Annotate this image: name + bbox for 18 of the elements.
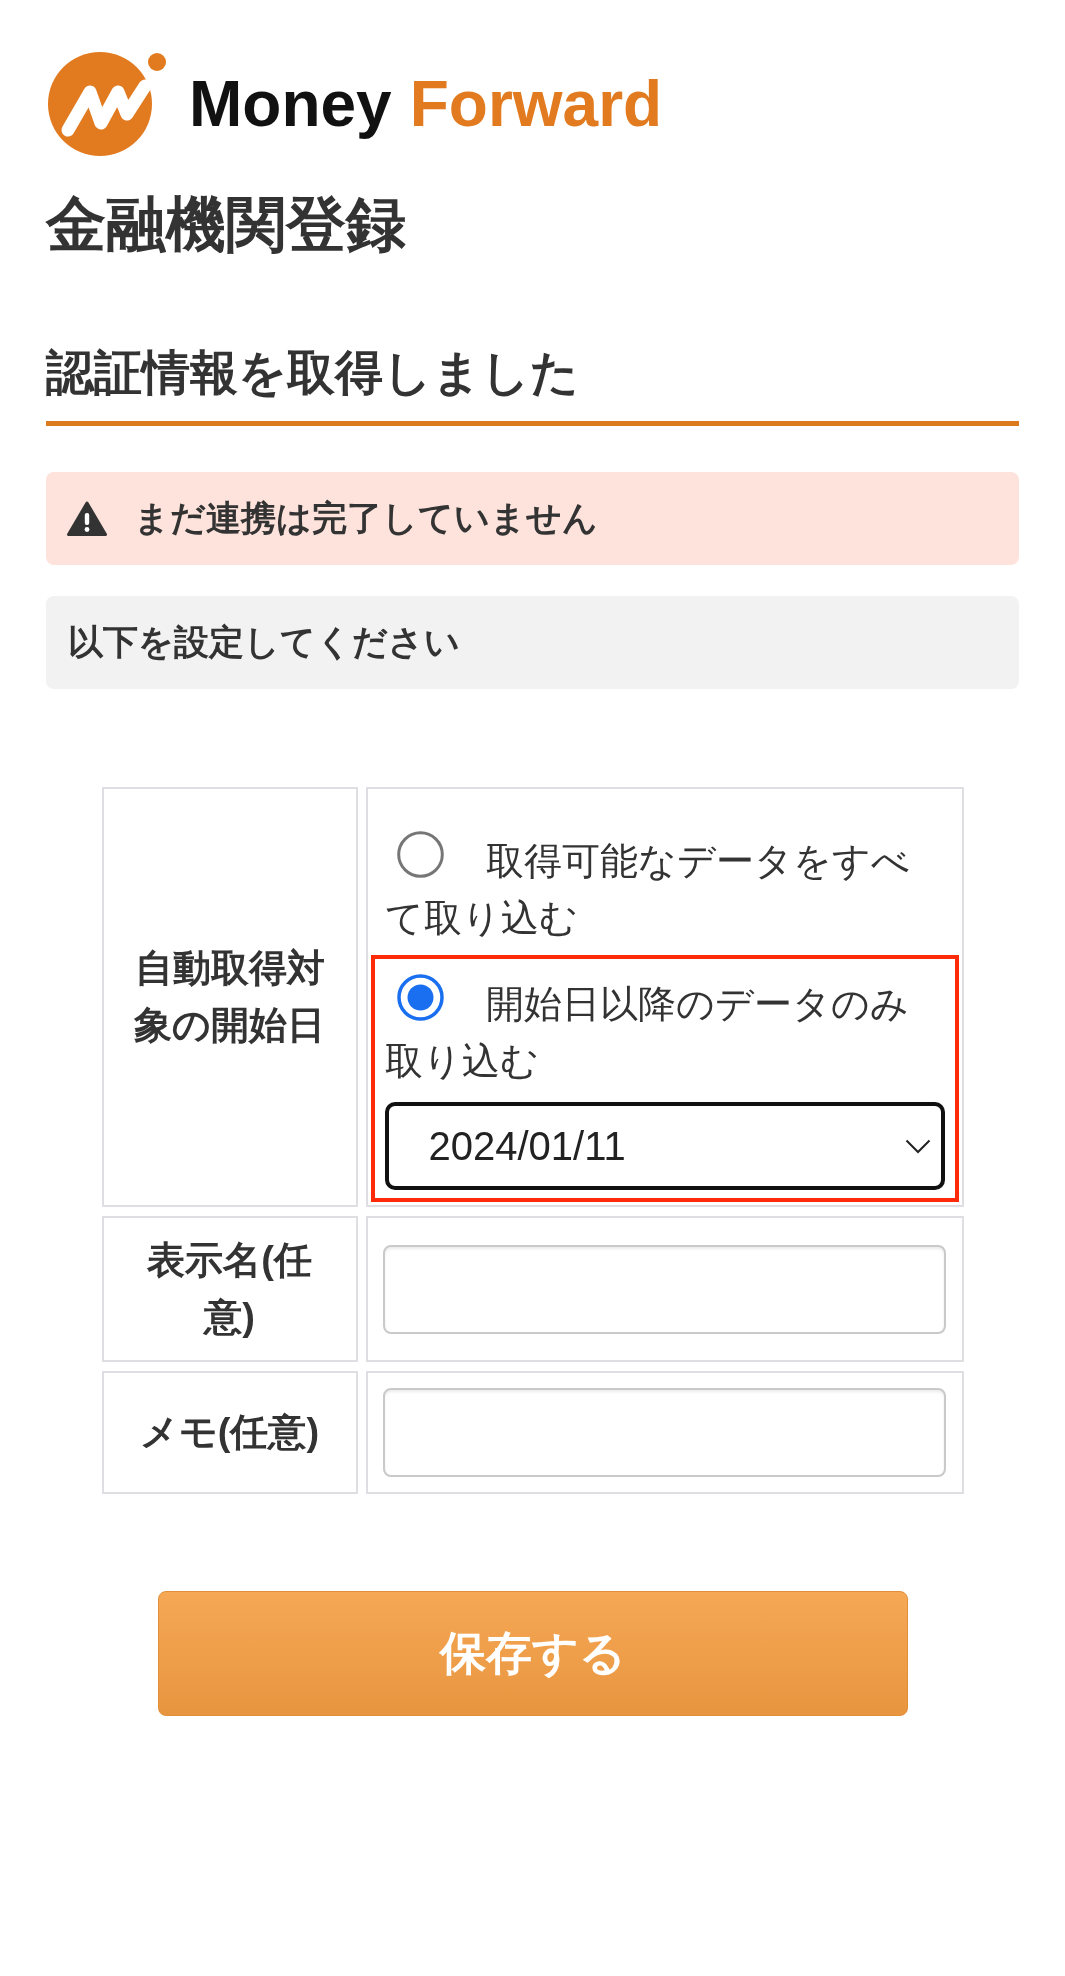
label-cell: 自動取得対象の開始日 <box>101 787 358 1207</box>
date-select[interactable]: 2024/01/11 <box>384 1102 945 1190</box>
radio-option[interactable]: 取得可能なデータをすべて取り込む <box>384 831 945 947</box>
warning-icon <box>67 500 107 537</box>
instruction-banner: 以下を設定してください <box>46 596 1019 689</box>
logo-word: Forward <box>409 72 663 136</box>
radio-option[interactable]: 開始日以降のデータのみ取り込む <box>384 974 945 1090</box>
radio-button[interactable] <box>396 831 444 878</box>
chevron-down-icon <box>904 1138 931 1154</box>
warning-text: まだ連携は完了していません <box>134 497 598 540</box>
section-heading: 認証情報を取得しました <box>46 345 580 401</box>
input-field[interactable] <box>383 1244 946 1334</box>
page-title: 金融機関登録 <box>46 190 407 260</box>
label-cell: 表示名(任意) <box>101 1216 358 1362</box>
input-field[interactable] <box>383 1388 946 1477</box>
radio-button[interactable] <box>396 974 444 1021</box>
logo-icon <box>48 52 166 156</box>
label-cell: メモ(任意) <box>101 1371 358 1494</box>
